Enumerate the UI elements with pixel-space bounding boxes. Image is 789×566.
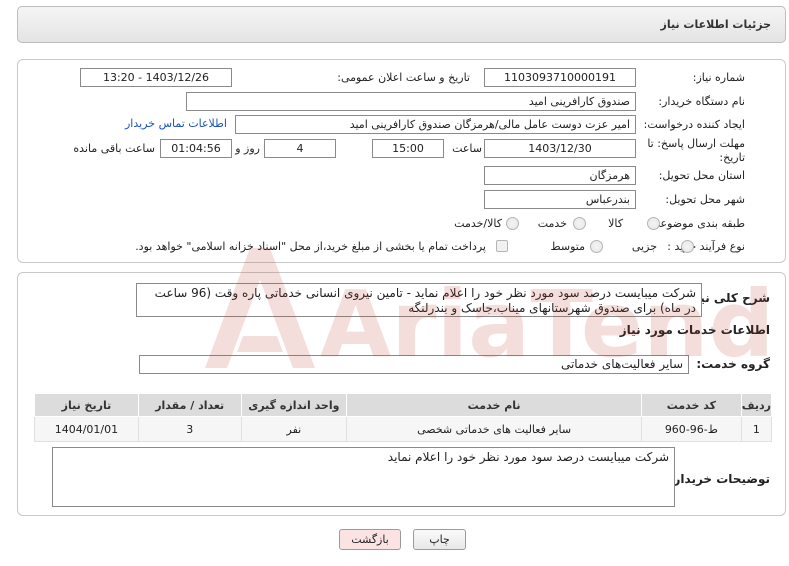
deadline-label-line2: تاریخ: <box>719 151 745 164</box>
table-row: 1 ط-96-960 سایر فعالیت های خدماتی شخصی ن… <box>34 416 773 442</box>
cell-unit: نفر <box>240 416 348 442</box>
page-header: جزئیات اطلاعات نیاز <box>17 6 786 43</box>
services-section-title: اطلاعات خدمات مورد نیاز <box>619 323 770 337</box>
deadline-label-line1: مهلت ارسال پاسخ: تا <box>647 137 745 150</box>
need-number-field: 1103093710000191 <box>484 68 636 87</box>
cell-quantity: 3 <box>137 416 242 442</box>
purchase-medium-label: متوسط <box>550 240 585 253</box>
province-field: هرمزگان <box>484 166 636 185</box>
requester-field: امیر عزت دوست عامل مالی/هرمزگان صندوق کا… <box>235 115 636 134</box>
category-goods-service-label: کالا/خدمت <box>454 217 502 230</box>
services-table: ردیف کد خدمت نام خدمت واحد اندازه گیری ت… <box>34 393 773 442</box>
category-goods-service-radio[interactable] <box>506 217 519 230</box>
city-field: بندرعباس <box>484 190 636 209</box>
announce-datetime-label: تاریخ و ساعت اعلان عمومی: <box>337 71 470 84</box>
category-service-label: خدمت <box>537 217 567 230</box>
col-unit: واحد اندازه گیری <box>240 393 348 417</box>
col-code: کد خدمت <box>641 393 742 417</box>
deadline-date-field: 1403/12/30 <box>484 139 636 158</box>
services-table-header: ردیف کد خدمت نام خدمت واحد اندازه گیری ت… <box>34 393 773 417</box>
purchase-type-label: نوع فرآیند خرید : <box>667 240 745 253</box>
service-group-field: سایر فعالیت‌های خدماتی <box>139 355 689 374</box>
buyer-org-field: صندوق کارافرینی امید <box>186 92 636 111</box>
need-number-label: شماره نیاز: <box>692 71 745 84</box>
purchase-minor-label: جزیی <box>631 240 657 253</box>
category-goods-radio[interactable] <box>647 217 660 230</box>
category-goods-label: کالا <box>608 217 623 230</box>
purchase-minor-radio[interactable] <box>681 240 694 253</box>
deadline-time-label: ساعت <box>452 142 482 155</box>
remaining-time-field: 01:04:56 <box>160 139 232 158</box>
service-group-label: گروه خدمت: <box>696 357 770 371</box>
cell-name: سایر فعالیت های خدماتی شخصی <box>346 416 642 442</box>
category-service-radio[interactable] <box>573 217 586 230</box>
remaining-time-label: ساعت باقی مانده <box>73 142 155 155</box>
back-button[interactable]: بازگشت <box>339 529 401 550</box>
print-button[interactable]: چاپ <box>413 529 466 550</box>
col-need-date: تاریخ نیاز <box>34 393 139 417</box>
deadline-days-label: روز و <box>235 142 260 155</box>
buyer-notes-label: توضیحات خریدار: <box>668 472 770 486</box>
requester-label: ایجاد کننده درخواست: <box>643 118 745 131</box>
announce-datetime-field: 1403/12/26 - 13:20 <box>80 68 232 87</box>
treasury-payment-checkbox[interactable] <box>496 240 508 252</box>
buyer-org-label: نام دستگاه خریدار: <box>658 95 745 108</box>
buyer-contact-link[interactable]: اطلاعات تماس خریدار <box>125 117 227 130</box>
col-name: نام خدمت <box>346 393 642 417</box>
page-title: جزئیات اطلاعات نیاز <box>660 18 772 31</box>
need-details-panel <box>17 59 786 263</box>
buyer-notes-textarea: شرکت میبایست درصد سود مورد نظر خود را اع… <box>52 447 675 507</box>
deadline-days-field: 4 <box>264 139 336 158</box>
cell-need-date: 1404/01/01 <box>34 416 139 442</box>
city-label: شهر محل تحویل: <box>665 193 745 206</box>
purchase-medium-radio[interactable] <box>590 240 603 253</box>
cell-row: 1 <box>740 416 773 442</box>
cell-code: ط-96-960 <box>641 416 742 442</box>
description-textarea: شرکت میبایست درصد سود مورد نظر خود را اع… <box>136 283 702 317</box>
treasury-payment-note: پرداخت تمام یا بخشی از مبلغ خرید،از محل … <box>135 240 486 253</box>
deadline-time-field: 15:00 <box>372 139 444 158</box>
category-label: طبقه بندی موضوعی: <box>647 217 745 230</box>
col-quantity: تعداد / مقدار <box>137 393 242 417</box>
col-row: ردیف <box>740 393 773 417</box>
province-label: استان محل تحویل: <box>658 169 745 182</box>
